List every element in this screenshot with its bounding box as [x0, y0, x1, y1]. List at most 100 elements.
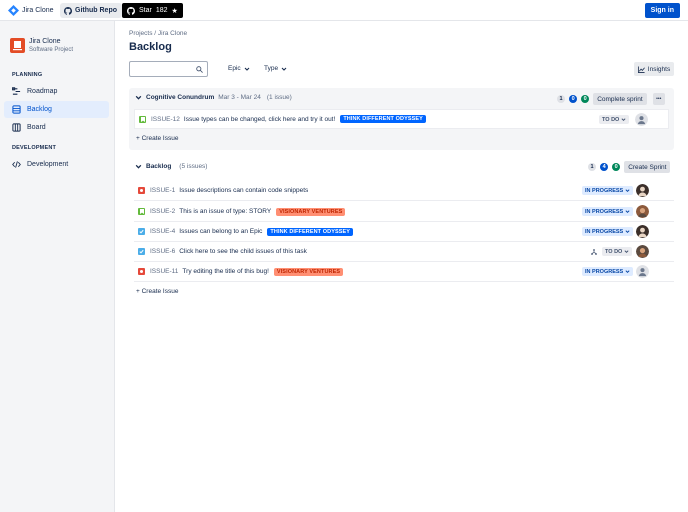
sidebar-item-backlog[interactable]: Backlog — [4, 101, 109, 118]
assignee-avatar[interactable] — [636, 184, 649, 197]
top-bar: Jira Clone Github Repo Star 182 ★ Sign i… — [0, 0, 688, 21]
section-planning: PLANNING — [12, 72, 43, 78]
backlog-actions: 1 4 0 Create Sprint — [588, 161, 671, 173]
issue-key: ISSUE-4 — [150, 228, 176, 235]
unassigned-avatar[interactable] — [635, 113, 648, 126]
child-issues-icon[interactable] — [591, 249, 597, 255]
status-label: TO DO — [602, 116, 620, 123]
done-count-badge: 0 — [612, 163, 621, 171]
bug-icon — [138, 268, 145, 275]
section-development: DEVELOPMENT — [12, 145, 57, 151]
issue-row[interactable]: ISSUE-6 Click here to see the child issu… — [134, 242, 674, 262]
insights-label: Insights — [647, 65, 671, 73]
chevron-down-icon — [625, 270, 630, 274]
status-dropdown[interactable]: TO DO — [599, 115, 630, 124]
sidebar-item-label: Backlog — [27, 106, 52, 113]
star-icon: ★ — [171, 7, 178, 15]
chevron-down-icon[interactable] — [135, 163, 142, 170]
sidebar-item-label: Roadmap — [27, 88, 58, 95]
chevron-down-icon — [621, 118, 626, 122]
chevron-down-icon — [281, 67, 287, 71]
epic-tag[interactable]: VISIONARY VENTURES — [276, 207, 346, 216]
backlog-name: Backlog — [146, 163, 172, 170]
status-label: IN PROGRESS — [585, 208, 624, 215]
status-dropdown[interactable]: IN PROGRESS — [582, 186, 634, 195]
unassigned-avatar[interactable] — [636, 265, 649, 278]
issue-row[interactable]: ISSUE-12 Issue types can be changed, cli… — [134, 109, 669, 129]
issue-summary: Click here to see the child issues of th… — [179, 248, 307, 255]
assignee-avatar[interactable] — [636, 205, 649, 218]
inprogress-count-badge: 0 — [569, 95, 578, 103]
chevron-down-icon — [625, 230, 630, 234]
story-icon — [138, 208, 145, 215]
page-title: Backlog — [129, 41, 172, 53]
star-button[interactable]: Star 182 ★ — [122, 3, 183, 18]
status-dropdown[interactable]: TO DO — [602, 247, 633, 256]
sidebar-item-label: Board — [27, 124, 46, 131]
search-field[interactable] — [130, 62, 194, 76]
chevron-down-icon — [625, 210, 630, 214]
sprint-name: Cognitive Conundrum — [146, 94, 215, 101]
issue-summary: Issue descriptions can contain code snip… — [179, 187, 309, 194]
search-input[interactable] — [129, 61, 208, 77]
chevron-down-icon — [625, 189, 630, 193]
issue-row[interactable]: ISSUE-2 This is an issue of type: STORY … — [134, 202, 674, 222]
create-issue-button[interactable]: + Create Issue — [136, 288, 178, 295]
issue-key: ISSUE-2 — [150, 208, 176, 215]
issue-summary: Try editing the title of this bug! — [182, 268, 269, 275]
status-dropdown[interactable]: IN PROGRESS — [582, 227, 634, 236]
epic-filter[interactable]: Epic — [228, 65, 250, 72]
issue-row[interactable]: ISSUE-1 Issue descriptions can contain c… — [134, 181, 674, 201]
github-repo-button[interactable]: Github Repo — [60, 3, 122, 18]
search-icon — [196, 66, 203, 73]
epic-tag[interactable]: VISIONARY VENTURES — [273, 267, 344, 276]
chevron-down-icon[interactable] — [135, 94, 142, 101]
status-dropdown[interactable]: IN PROGRESS — [582, 207, 634, 216]
todo-count-badge: 1 — [588, 163, 597, 171]
assignee-avatar[interactable] — [636, 225, 649, 238]
status-label: IN PROGRESS — [585, 228, 624, 235]
status-label: TO DO — [605, 248, 623, 255]
code-icon — [12, 161, 21, 168]
sidebar-item-development[interactable]: Development — [4, 156, 109, 173]
github-repo-label: Github Repo — [75, 7, 117, 14]
chevron-down-icon — [244, 67, 250, 71]
todo-count-badge: 1 — [557, 95, 566, 103]
assignee-avatar[interactable] — [636, 245, 649, 258]
epic-tag[interactable]: THINK DIFFERENT ODYSSEY — [267, 227, 354, 236]
create-sprint-button[interactable]: Create Sprint — [624, 161, 671, 173]
sign-in-button[interactable]: Sign in — [644, 3, 680, 18]
create-issue-button[interactable]: + Create Issue — [136, 135, 178, 142]
issue-key: ISSUE-6 — [150, 248, 176, 255]
project-type: Software Project — [29, 47, 74, 53]
issue-summary: This is an issue of type: STORY — [179, 208, 272, 215]
type-filter-label: Type — [264, 65, 279, 72]
sidebar-item-board[interactable]: Board — [4, 119, 109, 136]
chevron-down-icon — [624, 250, 629, 254]
insights-button[interactable]: Insights — [634, 62, 674, 76]
epic-tag[interactable]: THINK DIFFERENT ODYSSEY — [340, 115, 426, 123]
epic-filter-label: Epic — [228, 65, 241, 72]
sprint-actions: 1 0 0 Complete sprint ••• — [557, 93, 665, 105]
issue-row[interactable]: ISSUE-4 Issues can belong to an Epic THI… — [134, 222, 674, 242]
bug-icon — [138, 187, 145, 194]
more-options-button[interactable]: ••• — [652, 93, 665, 105]
star-count: 182 — [155, 7, 168, 14]
backlog-header[interactable]: Backlog (5 issues) — [135, 163, 207, 170]
sprint-dates: Mar 3 - Mar 24 — [218, 94, 261, 101]
done-count-badge: 0 — [581, 95, 590, 103]
app-name[interactable]: Jira Clone — [22, 7, 54, 14]
status-dropdown[interactable]: IN PROGRESS — [582, 267, 634, 276]
jira-logo-icon[interactable] — [8, 5, 19, 16]
chart-icon — [637, 65, 645, 73]
type-filter[interactable]: Type — [264, 65, 287, 72]
sprint-header[interactable]: Cognitive Conundrum Mar 3 - Mar 24 (1 is… — [135, 94, 292, 101]
project-name: Jira Clone — [29, 38, 61, 45]
issue-row[interactable]: ISSUE-11 Try editing the title of this b… — [134, 262, 674, 282]
status-label: IN PROGRESS — [585, 268, 624, 275]
complete-sprint-button[interactable]: Complete sprint — [593, 93, 647, 105]
issue-key: ISSUE-11 — [150, 268, 179, 275]
issue-key: ISSUE-1 — [150, 187, 176, 194]
roadmap-icon — [12, 87, 21, 95]
sidebar-item-roadmap[interactable]: Roadmap — [4, 83, 109, 100]
